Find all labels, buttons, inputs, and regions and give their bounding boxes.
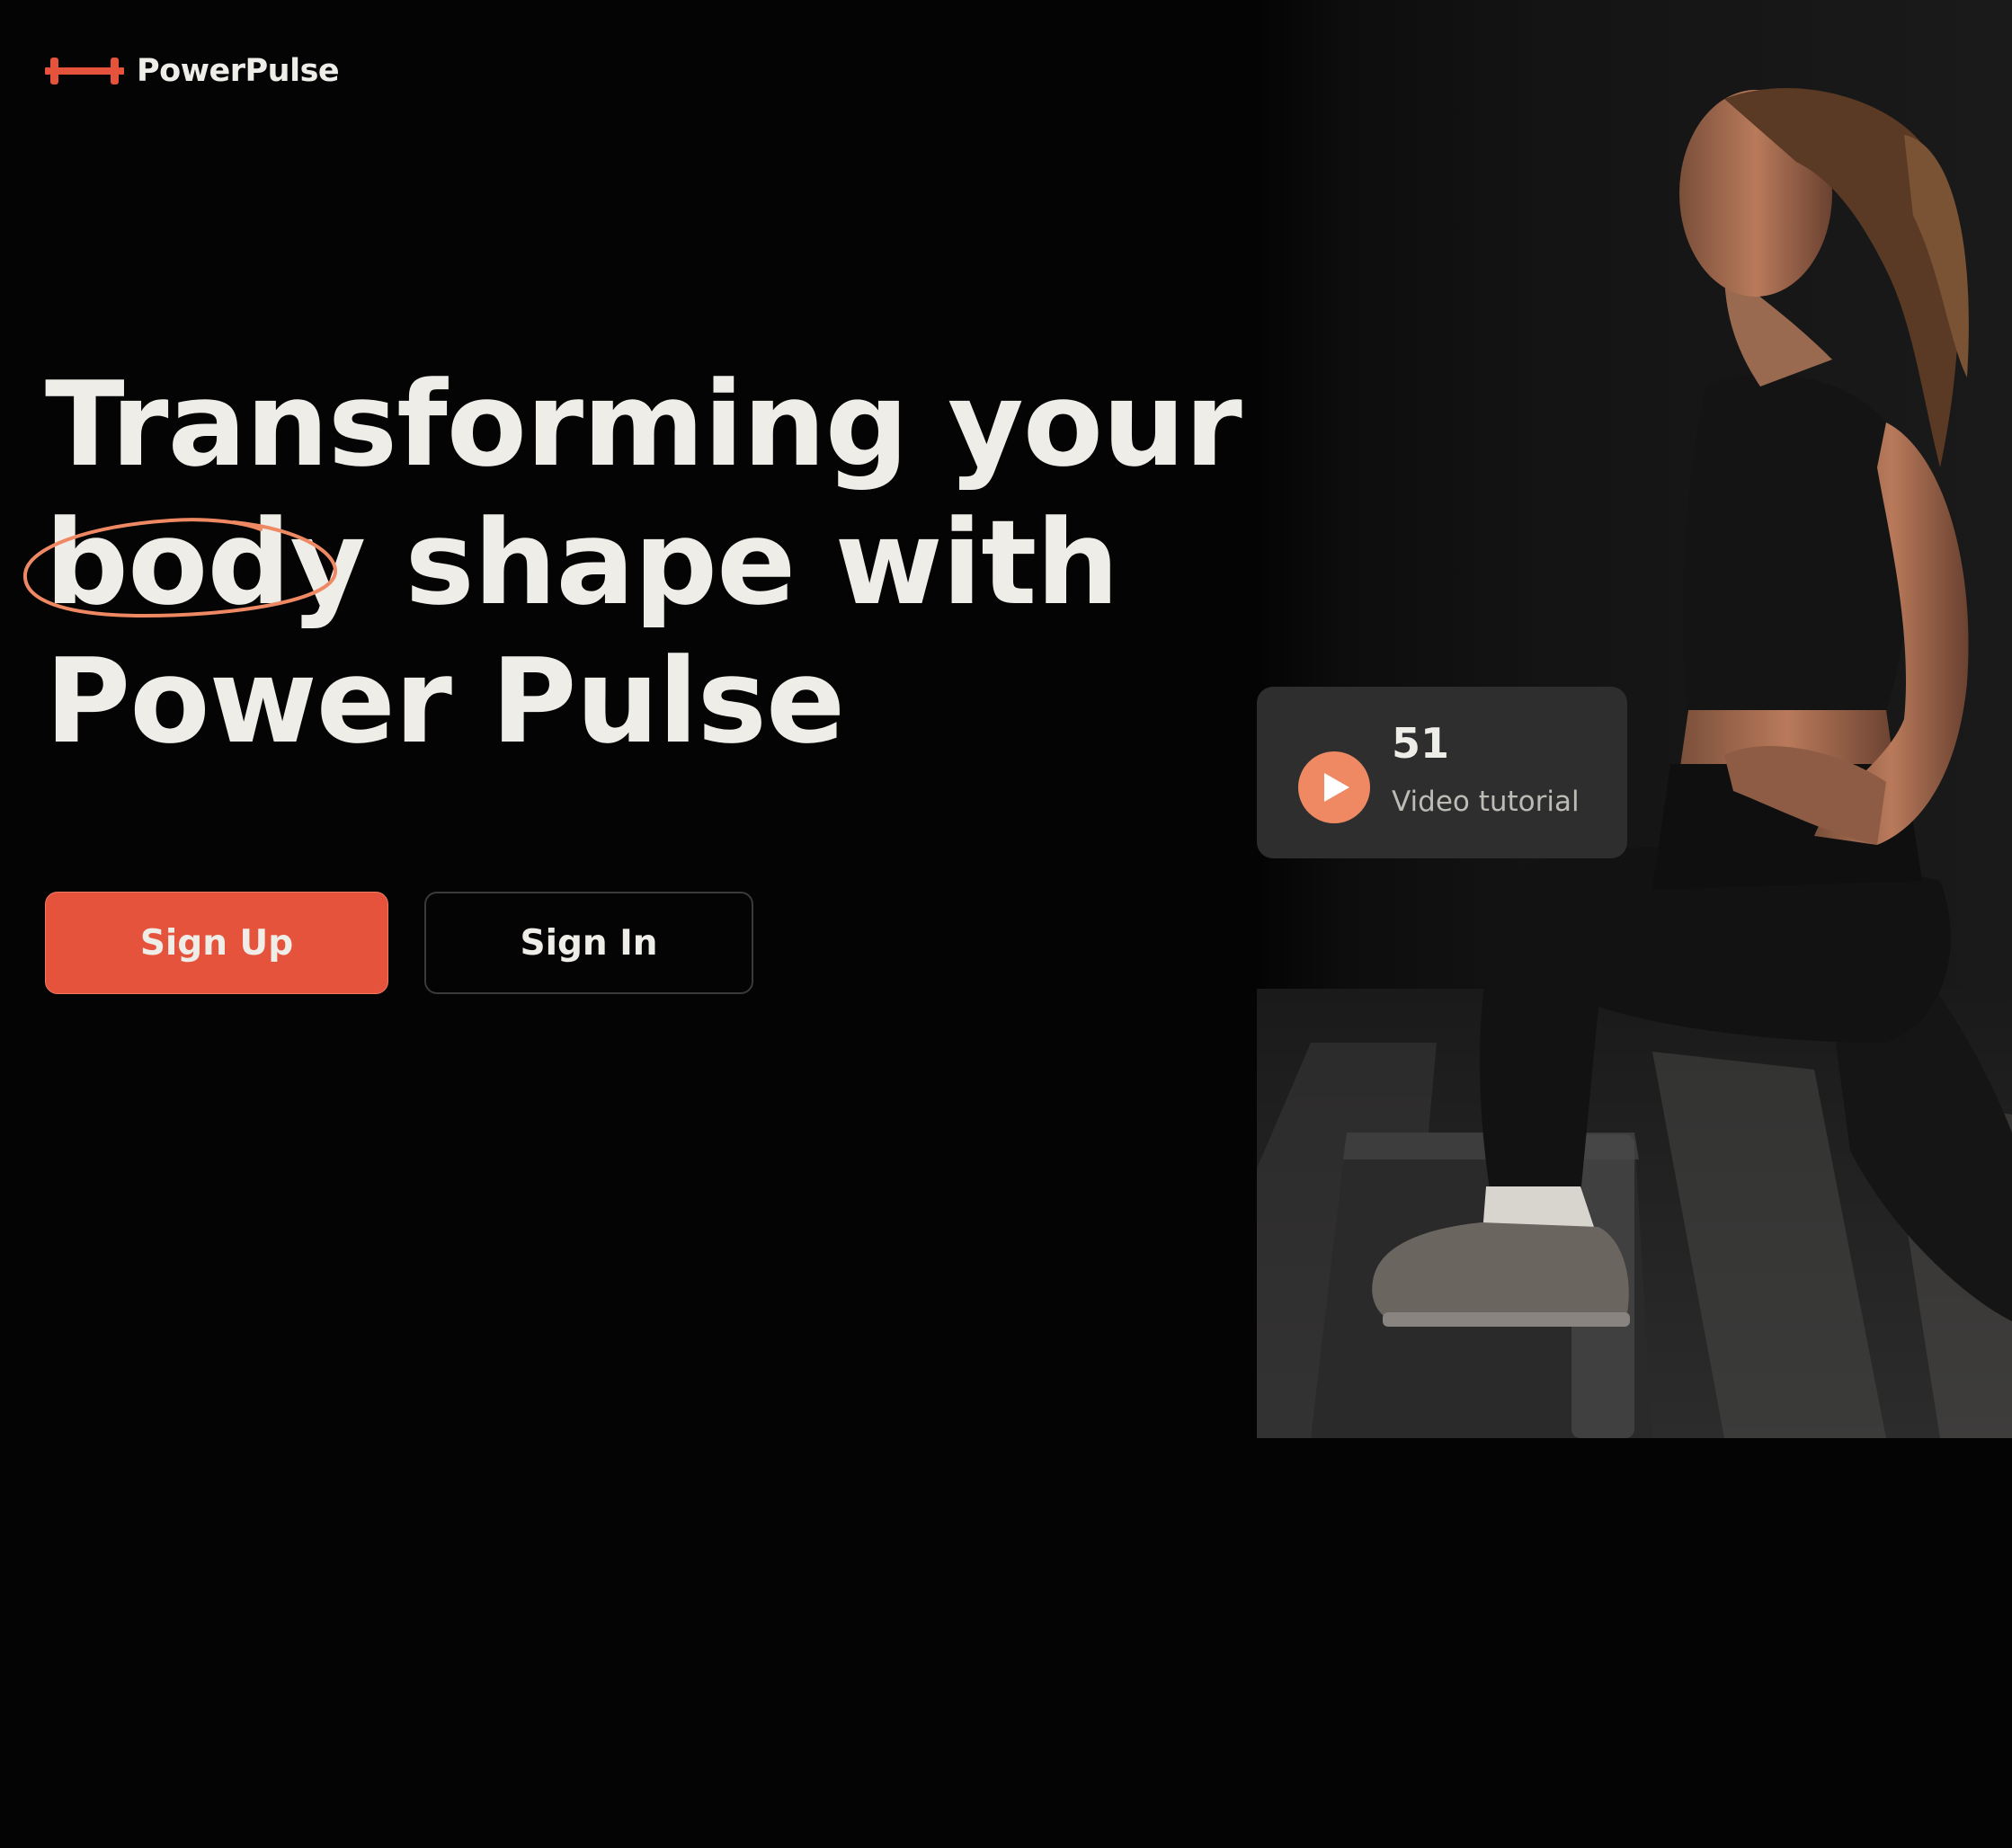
video-count: 51 [1392,719,1450,768]
brand-name: PowerPulse [137,53,340,89]
headline-highlight: body [22,493,366,632]
brand-logo[interactable]: PowerPulse [45,50,340,92]
headline-line-2: body shape with [22,493,1242,632]
sign-up-button[interactable]: Sign Up [45,892,388,994]
video-label: Video tutorial [1392,786,1580,818]
headline-line-2-rest: shape with [365,494,1118,631]
sign-in-button[interactable]: Sign In [424,892,753,994]
dumbbell-icon [45,58,124,84]
headline-line-3: Power Pulse [45,633,845,769]
play-icon [1324,773,1349,802]
play-button[interactable] [1298,751,1370,823]
headline-highlight-word: body [45,494,366,631]
video-tutorial-card[interactable]: 51 Video tutorial [1257,687,1627,858]
hero-headline: Transforming your body shape with Power … [22,355,1242,770]
headline-line-1: Transforming your [45,356,1242,493]
